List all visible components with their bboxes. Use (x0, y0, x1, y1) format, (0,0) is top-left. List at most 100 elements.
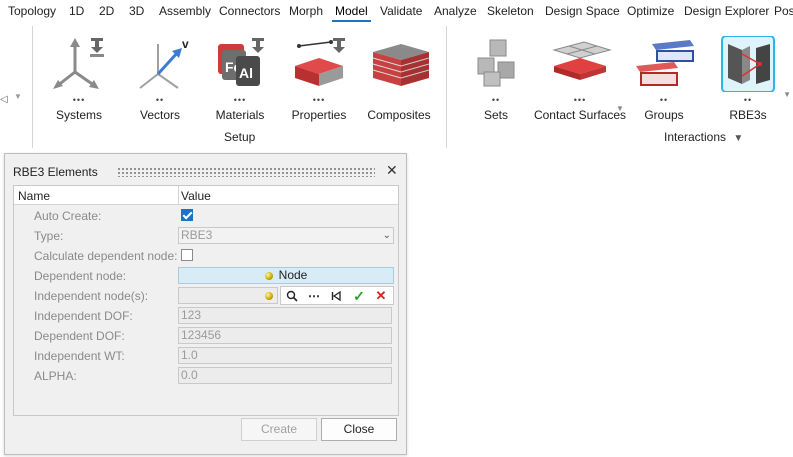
menu-bar: Topology 1D 2D 3D Assembly Connectors Mo… (0, 0, 793, 22)
header-name: Name (18, 189, 51, 203)
menu-assembly[interactable]: Assembly (159, 4, 211, 18)
independent-wt-label: Independent WT: (34, 349, 125, 363)
x-icon[interactable]: ✕ (371, 288, 391, 304)
auto-create-checkbox[interactable] (181, 209, 193, 221)
search-icon[interactable] (282, 288, 302, 304)
menu-validate[interactable]: Validate (380, 4, 422, 18)
row-dependent-dof: Dependent DOF: 123456 (14, 326, 398, 346)
menu-analyze[interactable]: Analyze (434, 4, 477, 18)
menu-design-explorer[interactable]: Design Explorer (684, 4, 769, 18)
composites-icon (372, 44, 430, 86)
alpha-label: ALPHA: (34, 369, 77, 383)
type-value: RBE3 (181, 228, 213, 242)
ribbon-scroll-left-icon[interactable]: ◁ (0, 94, 8, 105)
vectors-icon: v (139, 37, 189, 89)
ribbon: ◁ ▼ ••• Systems v •• Vectors Fe Al ••• M… (0, 22, 793, 150)
header-divider[interactable] (178, 186, 179, 204)
tool-properties[interactable]: ••• Properties (279, 36, 359, 136)
menu-design-space[interactable]: Design Space (545, 4, 620, 18)
tool-composites[interactable]: Composites (359, 36, 439, 136)
rbe3s-more-dots: •• (743, 95, 753, 105)
menu-connectors[interactable]: Connectors (219, 4, 280, 18)
row-independent-wt: Independent WT: 1.0 (14, 346, 398, 366)
tool-vectors[interactable]: v •• Vectors (120, 36, 200, 136)
chevron-down-icon: ⌄ (382, 230, 391, 241)
dependent-dof-field[interactable]: 123456 (178, 327, 392, 344)
groups-icon (636, 40, 694, 86)
type-select[interactable]: RBE3 ⌄ (178, 227, 394, 244)
dialog-drag-handle[interactable] (117, 167, 375, 177)
node-icon (264, 272, 273, 280)
row-dependent-node: Dependent node: Node (14, 266, 398, 286)
left-dropdown-icon[interactable]: ▼ (14, 92, 22, 101)
materials-icon: Fe Al (218, 38, 264, 86)
row-calc-dependent: Calculate dependent node: (14, 246, 398, 266)
ribbon-scroll-right-icon[interactable]: ▼ (783, 90, 791, 99)
create-button[interactable]: Create (241, 418, 317, 441)
tool-rbe3s[interactable]: •• RBE3s (708, 36, 788, 136)
menu-2d[interactable]: 2D (99, 4, 114, 18)
row-alpha: ALPHA: 0.0 (14, 366, 398, 386)
menu-skeleton[interactable]: Skeleton (487, 4, 534, 18)
tool-systems[interactable]: ••• Systems (39, 36, 119, 136)
menu-1d[interactable]: 1D (69, 4, 84, 18)
rbe3s-label: RBE3s (729, 108, 767, 122)
independent-dof-field[interactable]: 123 (178, 307, 392, 324)
independent-wt-field[interactable]: 1.0 (178, 347, 392, 364)
independent-nodes-label: Independent node(s): (34, 289, 149, 303)
sets-more-dots: •• (491, 95, 501, 105)
dialog-title: RBE3 Elements (13, 165, 98, 179)
reset-icon[interactable] (326, 288, 346, 304)
contact-surfaces-icon (552, 41, 612, 80)
grid-header: Name Value (14, 186, 398, 205)
alpha-field[interactable]: 0.0 (178, 367, 392, 384)
type-label: Type: (34, 229, 64, 243)
menu-morph[interactable]: Morph (289, 4, 323, 18)
interactions-dropdown-icon[interactable]: ▼ (733, 133, 743, 144)
menu-post[interactable]: Post (774, 4, 793, 18)
properties-icon (295, 38, 345, 86)
tool-groups[interactable]: •• Groups (624, 36, 704, 136)
composites-label: Composites (367, 108, 431, 122)
materials-more-dots: ••• (233, 95, 247, 105)
tool-materials[interactable]: Fe Al ••• Materials (200, 36, 280, 136)
independent-dof-label: Independent DOF: (34, 309, 133, 323)
tool-contact-surfaces[interactable]: ••• Contact Surfaces ▼ (534, 36, 626, 136)
calc-dependent-label: Calculate dependent node: (34, 249, 178, 263)
systems-more-dots: ••• (72, 95, 86, 105)
close-button[interactable]: Close (321, 418, 397, 441)
header-value: Value (181, 189, 211, 203)
menu-optimize[interactable]: Optimize (627, 4, 674, 18)
row-auto-create: Auto Create: (14, 206, 398, 226)
menu-3d[interactable]: 3D (129, 4, 144, 18)
ribbon-separator (446, 26, 447, 148)
vectors-more-dots: •• (155, 95, 165, 105)
menu-topology[interactable]: Topology (8, 4, 56, 18)
close-icon[interactable]: ✕ (386, 162, 398, 179)
property-grid: Name Value Auto Create: Type: RBE3 ⌄ Cal… (13, 185, 399, 416)
menu-model[interactable]: Model (332, 4, 371, 22)
dependent-node-label: Dependent node: (34, 269, 127, 283)
tool-sets[interactable]: •• Sets (456, 36, 536, 136)
calc-dependent-checkbox[interactable] (181, 249, 193, 261)
row-independent-nodes: Independent node(s): ⋯ ✓ ✕ (14, 286, 398, 306)
ribbon-separator (32, 26, 33, 148)
row-type: Type: RBE3 ⌄ (14, 226, 398, 246)
row-independent-dof: Independent DOF: 123 (14, 306, 398, 326)
node-icon (265, 292, 273, 300)
independent-nodes-toolbar: ⋯ ✓ ✕ (280, 286, 394, 305)
independent-nodes-selector[interactable] (178, 287, 278, 304)
group-label-interactions[interactable]: Interactions ▼ (664, 130, 743, 144)
materials-badge-al: Al (239, 65, 253, 81)
dependent-dof-label: Dependent DOF: (34, 329, 125, 343)
contact-surfaces-more-dots: ••• (573, 95, 587, 105)
group-label-setup: Setup (224, 130, 256, 144)
more-icon[interactable]: ⋯ (304, 288, 324, 304)
dependent-node-selector[interactable]: Node (178, 267, 394, 284)
systems-icon (53, 38, 104, 89)
properties-more-dots: ••• (312, 95, 326, 105)
groups-more-dots: •• (659, 95, 669, 105)
rbe3s-icon (721, 36, 775, 92)
check-icon[interactable]: ✓ (349, 288, 369, 304)
rbe3-dialog: RBE3 Elements ✕ Name Value Auto Create: … (4, 153, 407, 455)
